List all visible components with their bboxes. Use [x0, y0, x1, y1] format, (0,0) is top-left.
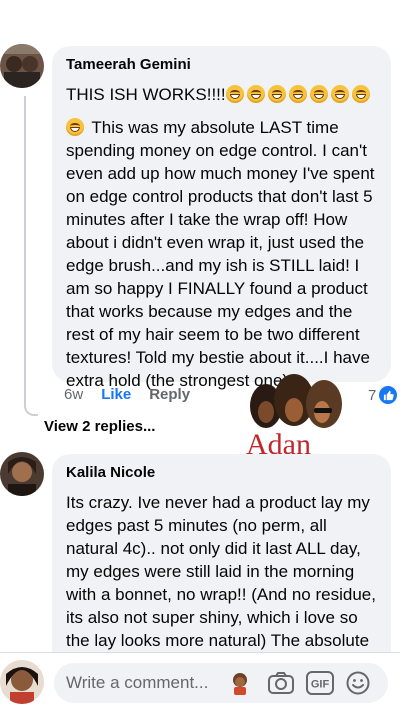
- grinning-emoji-icon: [351, 85, 370, 103]
- comment-body: This was my absolute LAST time spending …: [66, 118, 375, 390]
- grinning-emoji-icon: [330, 85, 349, 103]
- comment-composer: Write a comment... GIF: [0, 652, 400, 712]
- sticker-icon[interactable]: [230, 672, 250, 701]
- gif-icon[interactable]: GIF: [306, 671, 334, 700]
- thread-connector: [24, 96, 38, 416]
- like-button[interactable]: Like: [101, 386, 131, 403]
- gif-label: GIF: [311, 679, 330, 691]
- comment-bubble: Tameerah Gemini THIS ISH WORKS!!!! This …: [52, 46, 391, 390]
- comment-placeholder: Write a comment...: [66, 673, 209, 692]
- comment-headline: THIS ISH WORKS!!!!: [66, 85, 226, 104]
- comment-bubble: Kalila Nicole Its crazy. Ive never had a…: [52, 454, 391, 696]
- avatar[interactable]: [0, 44, 44, 88]
- comment-author[interactable]: Tameerah Gemini: [66, 56, 377, 73]
- comment-text: THIS ISH WORKS!!!! This was my absolute …: [66, 83, 377, 392]
- grinning-emoji-icon: [309, 85, 328, 103]
- camera-icon[interactable]: [268, 672, 294, 699]
- comment-author[interactable]: Kalila Nicole: [66, 464, 377, 481]
- grinning-emoji-icon: [66, 118, 84, 136]
- comment-actions: 6w Like Reply: [64, 386, 190, 403]
- grinning-emoji-icon: [288, 85, 307, 103]
- grinning-emoji-icon: [267, 85, 286, 103]
- avatar[interactable]: [0, 452, 44, 496]
- emoji-icon[interactable]: [346, 671, 370, 700]
- reply-button[interactable]: Reply: [149, 386, 190, 403]
- reaction-count[interactable]: 7: [368, 386, 398, 404]
- current-user-avatar: [0, 660, 44, 704]
- comment-time[interactable]: 6w: [64, 386, 83, 403]
- grinning-emoji-icon: [246, 85, 265, 103]
- thumbs-up-icon: [379, 386, 398, 404]
- view-replies-link[interactable]: View 2 replies...: [44, 418, 155, 435]
- comment-input[interactable]: Write a comment... GIF: [54, 663, 388, 703]
- reaction-count-value: 7: [368, 386, 377, 404]
- grinning-emoji-icon: [225, 85, 244, 103]
